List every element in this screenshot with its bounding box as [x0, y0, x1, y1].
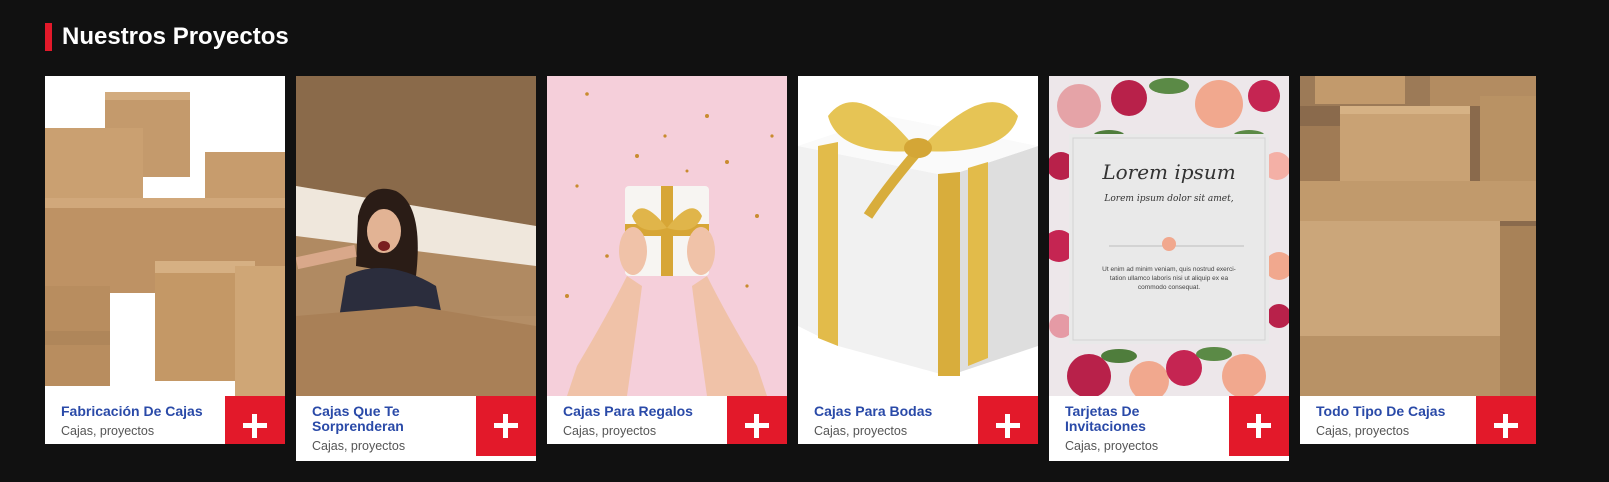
invitation-line-3: commodo consequat. [1137, 284, 1201, 291]
section-header: Nuestros Proyectos [45, 23, 289, 51]
open-project-button[interactable] [978, 396, 1038, 444]
white-gift-box-gold-ribbon-image[interactable] [798, 76, 1038, 396]
invitation-line-2: tation ullamco laboris nisi ut aliquip e… [1109, 275, 1229, 282]
open-project-button[interactable] [476, 396, 536, 456]
project-meta: Cajas, proyectos [1316, 424, 1410, 438]
project-meta: Cajas, proyectos [563, 424, 657, 438]
project-card-todo-tipo[interactable]: Todo Tipo De Cajas Cajas, proyectos [1300, 76, 1536, 444]
open-project-button[interactable] [1229, 396, 1289, 456]
card-footer: Todo Tipo De Cajas Cajas, proyectos [1300, 396, 1536, 444]
project-card-regalos[interactable]: Cajas Para Regalos Cajas, proyectos [547, 76, 787, 444]
open-project-button[interactable] [1476, 396, 1536, 444]
project-title[interactable]: Cajas Para Regalos [563, 404, 723, 419]
card-footer: Fabricación De Cajas Cajas, proyectos [45, 396, 285, 444]
card-footer: Cajas Para Bodas Cajas, proyectos [798, 396, 1038, 444]
stacked-cardboard-boxes-image[interactable] [45, 76, 285, 396]
section-accent-bar [45, 23, 52, 51]
section-title: Nuestros Proyectos [62, 23, 289, 50]
hands-holding-gift-image[interactable] [547, 76, 787, 396]
project-meta: Cajas, proyectos [61, 424, 155, 438]
project-card-sorprenderan[interactable]: Cajas Que Te Sorprenderan Cajas, proyect… [296, 76, 536, 461]
project-title[interactable]: Todo Tipo De Cajas [1316, 404, 1476, 419]
project-title[interactable]: Cajas Para Bodas [814, 404, 974, 419]
project-card-invitaciones[interactable]: Lorem ipsum Lorem ipsum dolor sit amet, … [1049, 76, 1289, 461]
project-meta: Cajas, proyectos [312, 439, 406, 453]
card-footer: Cajas Para Regalos Cajas, proyectos [547, 396, 787, 444]
project-meta: Cajas, proyectos [1065, 439, 1159, 453]
floral-invitation-card-image[interactable]: Lorem ipsum Lorem ipsum dolor sit amet, … [1049, 76, 1289, 396]
project-title[interactable]: Fabricación De Cajas [61, 404, 221, 419]
card-footer: Cajas Que Te Sorprenderan Cajas, proyect… [296, 396, 536, 461]
open-project-button[interactable] [225, 396, 285, 444]
card-footer: Tarjetas De Invitaciones Cajas, proyecto… [1049, 396, 1289, 461]
invitation-line-1: Ut enim ad minim veniam, quis nostrud ex… [1102, 266, 1236, 273]
project-meta: Cajas, proyectos [814, 424, 908, 438]
project-title[interactable]: Tarjetas De Invitaciones [1065, 404, 1175, 434]
invitation-subheading: Lorem ipsum dolor sit amet, [1104, 194, 1234, 204]
surprised-woman-in-box-image[interactable] [296, 76, 536, 396]
open-project-button[interactable] [727, 396, 787, 444]
project-card-bodas[interactable]: Cajas Para Bodas Cajas, proyectos [798, 76, 1038, 444]
project-card-fabricacion[interactable]: Fabricación De Cajas Cajas, proyectos [45, 76, 285, 444]
warehouse-boxes-image[interactable] [1300, 76, 1536, 396]
invitation-heading: Lorem ipsum [1102, 160, 1236, 184]
project-title[interactable]: Cajas Que Te Sorprenderan [312, 404, 432, 434]
